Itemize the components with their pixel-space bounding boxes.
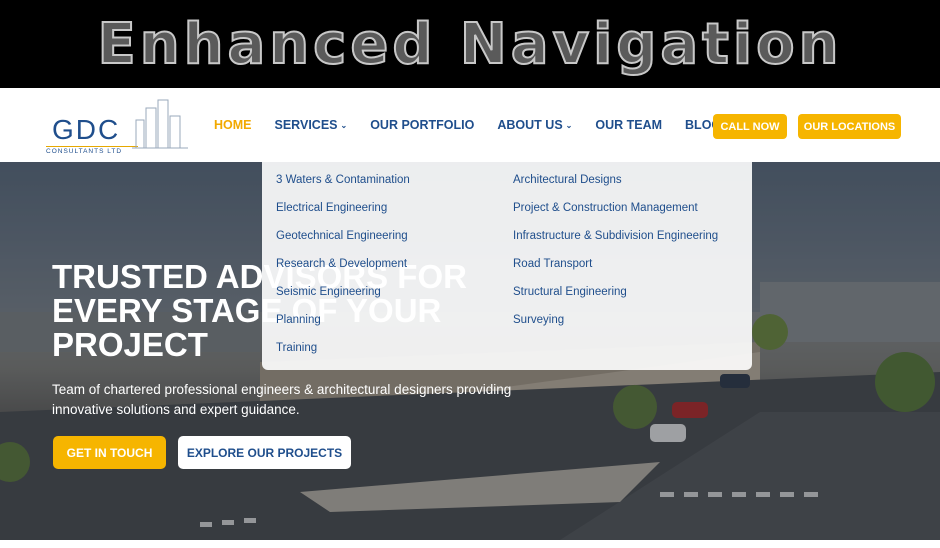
menu-item[interactable]: Surveying <box>513 313 718 341</box>
menu-item[interactable]: 3 Waters & Contamination <box>276 173 410 201</box>
banner-title: Enhanced Navigation <box>97 11 843 78</box>
menu-item[interactable]: Planning <box>276 313 410 341</box>
main-nav: HOME SERVICES ⌄ OUR PORTFOLIO ABOUT US ⌄… <box>214 88 752 162</box>
logo-name: GDC <box>52 114 121 145</box>
site-header: GDC CONSULTANTS LTD HOME SERVICES ⌄ OUR … <box>0 88 940 162</box>
explore-projects-button[interactable]: EXPLORE OUR PROJECTS <box>178 436 351 469</box>
menu-item[interactable]: Structural Engineering <box>513 285 718 313</box>
our-locations-button[interactable]: OUR LOCATIONS <box>798 114 901 139</box>
title-banner: Enhanced Navigation <box>0 0 940 88</box>
services-column-2: Architectural Designs Project & Construc… <box>513 173 718 341</box>
menu-item[interactable]: Research & Development <box>276 257 410 285</box>
company-logo[interactable]: GDC CONSULTANTS LTD <box>44 98 189 155</box>
nav-about[interactable]: ABOUT US ⌄ <box>497 118 572 132</box>
menu-item[interactable]: Training <box>276 341 410 369</box>
nav-portfolio[interactable]: OUR PORTFOLIO <box>370 118 474 132</box>
chevron-down-icon: ⌄ <box>565 120 573 130</box>
menu-item[interactable]: Infrastructure & Subdivision Engineering <box>513 229 718 257</box>
chevron-down-icon: ⌄ <box>340 120 348 130</box>
nav-portfolio-label: OUR PORTFOLIO <box>370 118 475 132</box>
nav-team[interactable]: OUR TEAM <box>595 118 662 132</box>
get-in-touch-button[interactable]: GET IN TOUCH <box>53 436 166 469</box>
menu-item[interactable]: Seismic Engineering <box>276 285 410 313</box>
menu-item[interactable]: Architectural Designs <box>513 173 718 201</box>
menu-item[interactable]: Project & Construction Management <box>513 201 718 229</box>
services-column-1: 3 Waters & Contamination Electrical Engi… <box>276 173 410 369</box>
nav-team-label: OUR TEAM <box>595 118 663 132</box>
nav-services[interactable]: SERVICES ⌄ <box>275 118 348 132</box>
buildings-icon <box>132 99 188 149</box>
bottom-strip <box>0 540 940 548</box>
nav-home[interactable]: HOME <box>214 118 252 132</box>
hero-description: Team of chartered professional engineers… <box>52 382 512 417</box>
nav-about-label: ABOUT US <box>497 118 563 132</box>
nav-home-label: HOME <box>214 118 252 132</box>
logo-subtitle: CONSULTANTS LTD <box>46 146 138 155</box>
menu-item[interactable]: Road Transport <box>513 257 718 285</box>
menu-item[interactable]: Electrical Engineering <box>276 201 410 229</box>
services-dropdown-menu: 3 Waters & Contamination Electrical Engi… <box>262 162 752 370</box>
nav-services-label: SERVICES <box>274 118 338 132</box>
call-now-button[interactable]: CALL NOW <box>713 114 787 139</box>
menu-item[interactable]: Geotechnical Engineering <box>276 229 410 257</box>
